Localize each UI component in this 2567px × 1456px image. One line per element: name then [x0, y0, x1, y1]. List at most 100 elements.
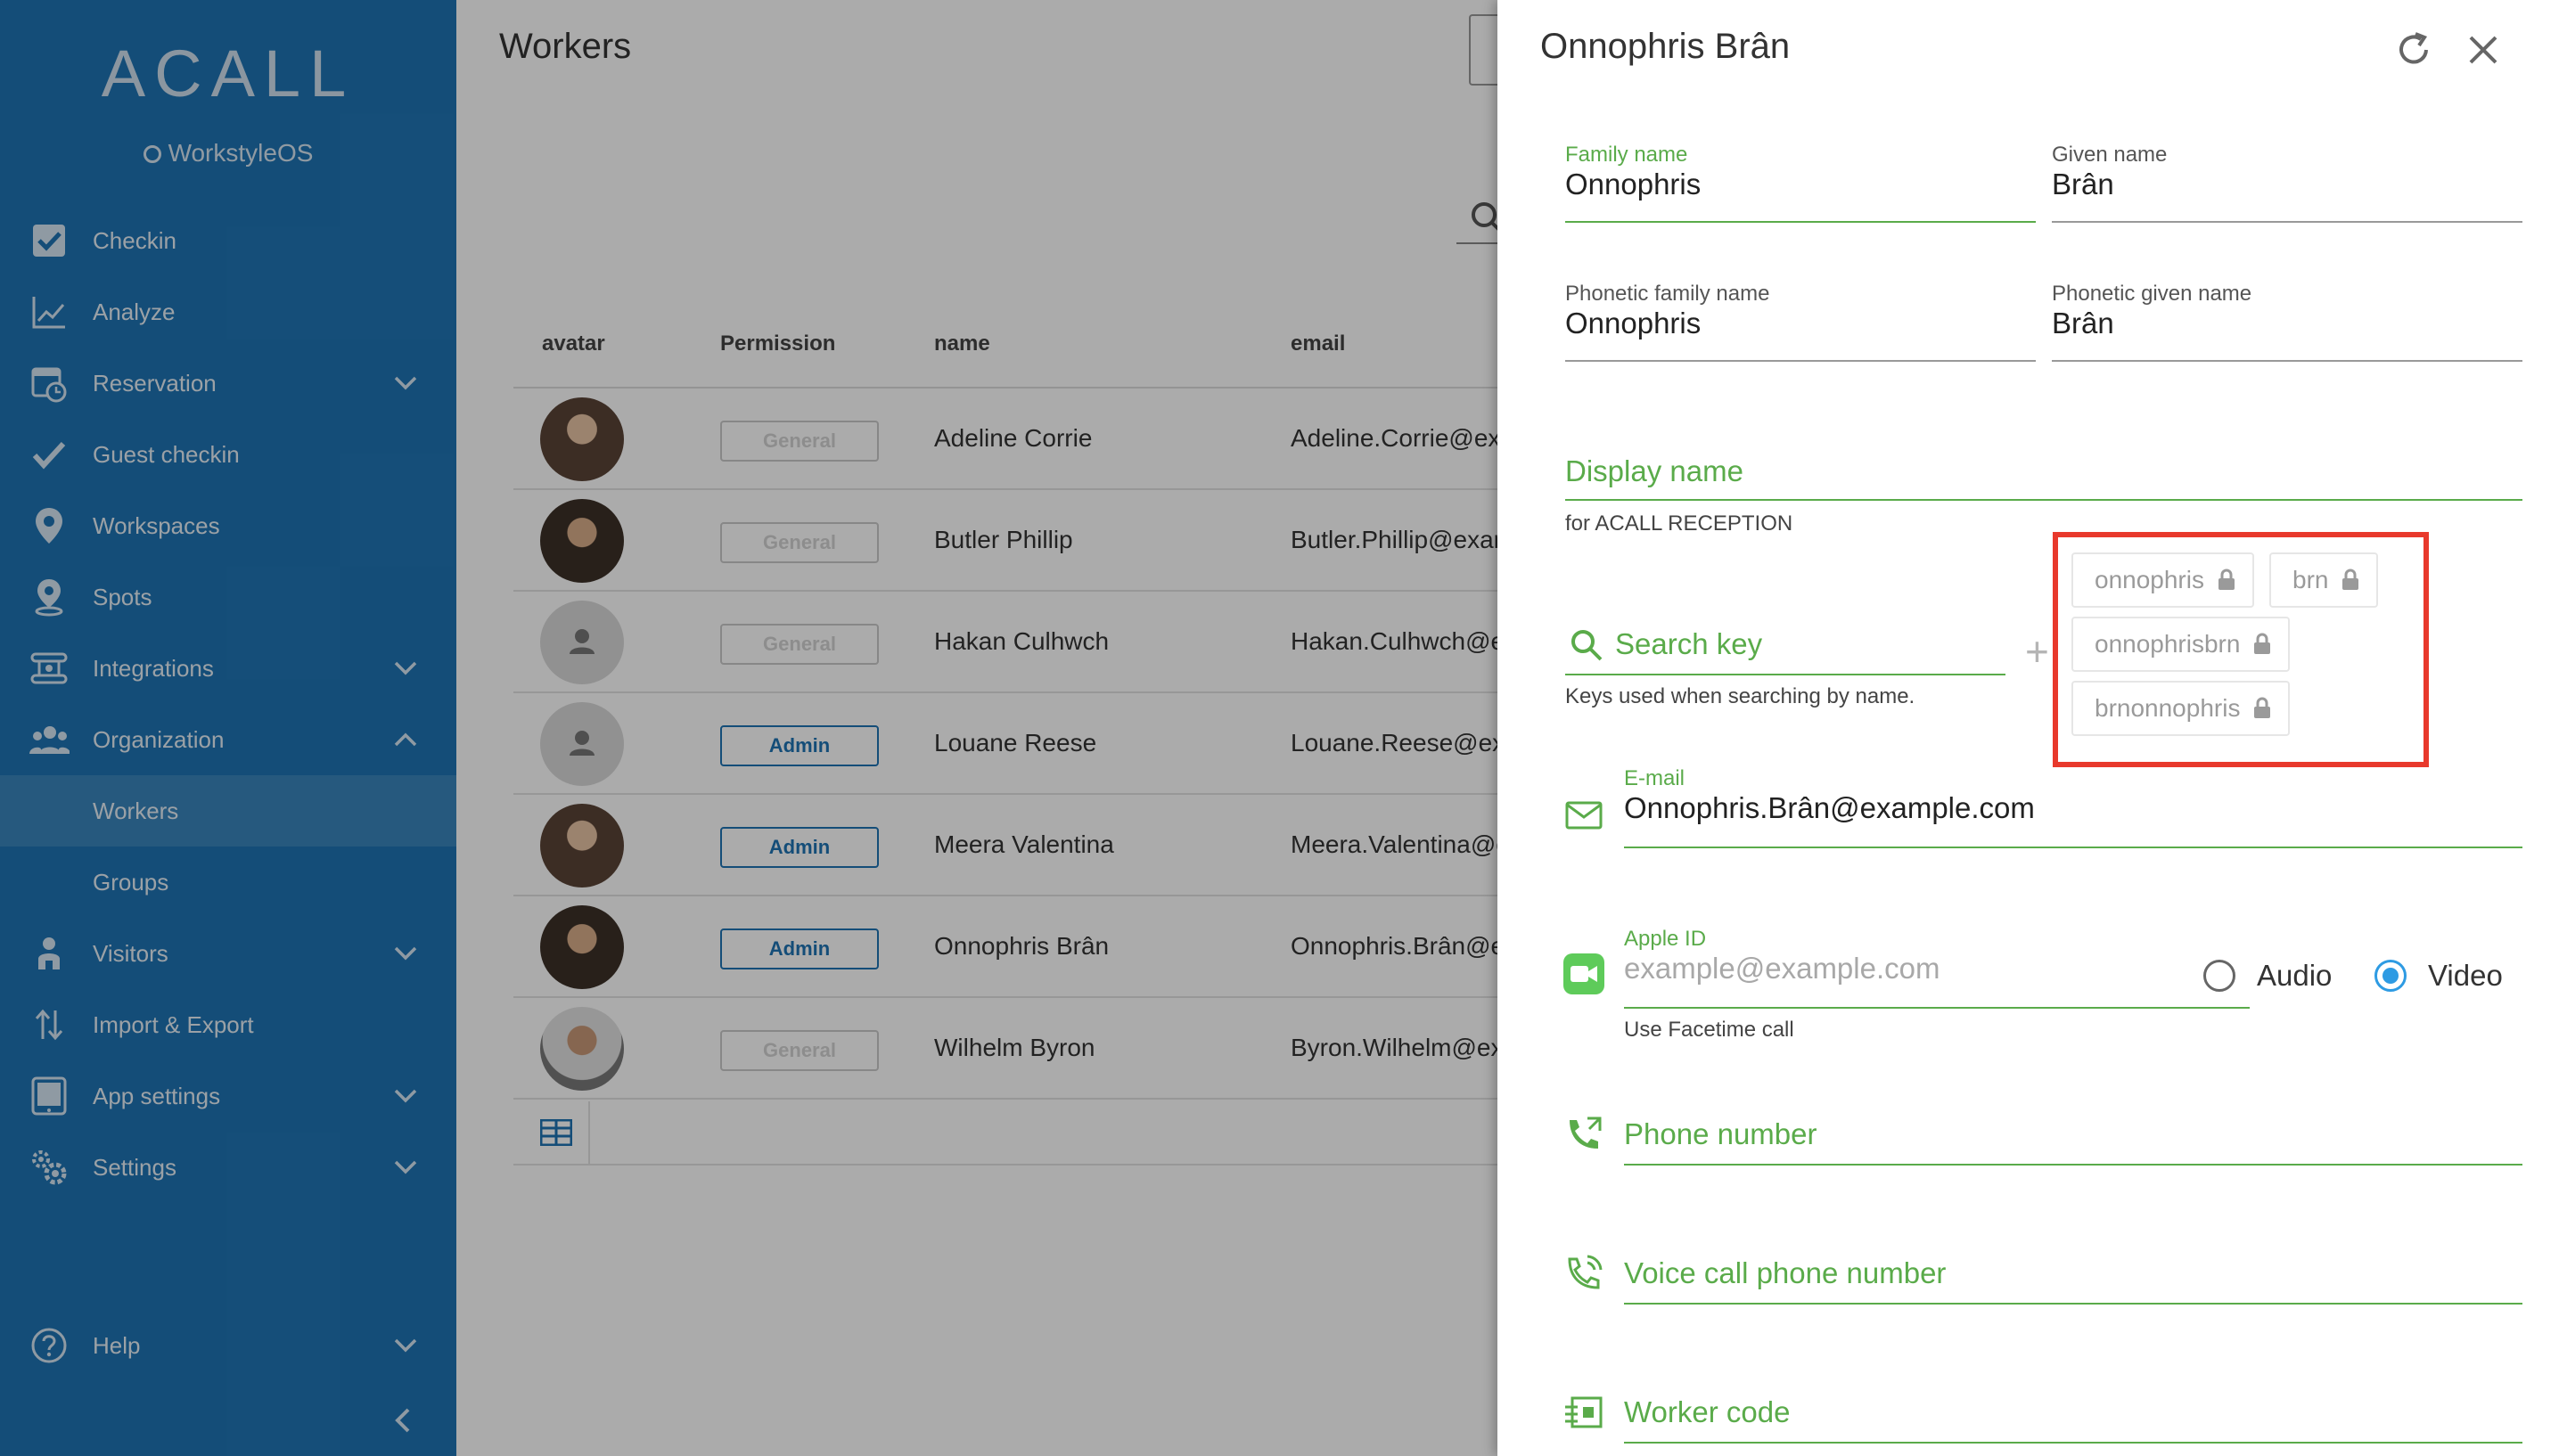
worker-code-input[interactable]: Worker code: [1624, 1392, 2522, 1444]
apple-id-placeholder: example@example.com: [1624, 952, 1940, 985]
display-name-helper: for ACALL RECEPTION: [1565, 511, 1793, 536]
phonetic-given-name-field[interactable]: Phonetic given name Brân: [2052, 282, 2522, 362]
phonetic-family-name-field[interactable]: Phonetic family name Onnophris: [1565, 282, 2036, 362]
sidebar-item-settings[interactable]: Settings: [0, 1132, 456, 1203]
sidebar-item-checkin[interactable]: Checkin: [0, 205, 456, 276]
search-key-chip[interactable]: brnonnophris: [2071, 681, 2291, 736]
avatar: [540, 1007, 624, 1091]
sidebar-item-reservation[interactable]: Reservation: [0, 348, 456, 419]
search-key-helper: Keys used when searching by name.: [1565, 684, 1915, 708]
radio-audio-dot[interactable]: [2203, 960, 2235, 992]
sidebar-item-app-settings[interactable]: App settings: [0, 1060, 456, 1132]
sidebar-item-visitors[interactable]: Visitors: [0, 918, 456, 989]
line-chart-icon: [29, 291, 70, 332]
collapse-sidebar-icon[interactable]: [389, 1403, 415, 1438]
column-header-permission[interactable]: Permission: [720, 331, 835, 356]
column-header-avatar[interactable]: avatar: [542, 331, 605, 356]
family-name-value: Onnophris: [1565, 168, 1702, 200]
permission-badge[interactable]: General: [720, 522, 879, 563]
permission-badge[interactable]: Admin: [720, 928, 879, 969]
search-key-input[interactable]: Search key: [1565, 624, 2005, 675]
lock-icon: [2254, 697, 2271, 718]
worker-code-icon: [1563, 1392, 1604, 1433]
voice-call-phone-input[interactable]: Voice call phone number: [1624, 1253, 2522, 1305]
worker-email: Byron.Wilhelm@example.com: [1291, 1034, 1497, 1061]
sidebar-item-guest-checkin[interactable]: Guest checkin: [0, 419, 456, 490]
gears-icon: [29, 1147, 70, 1188]
chevron-down-icon[interactable]: [392, 1083, 419, 1109]
lock-icon: [2342, 568, 2359, 590]
footer-divider: [588, 1101, 590, 1166]
sidebar-item-analyze[interactable]: Analyze: [0, 276, 456, 348]
chevron-down-icon[interactable]: [392, 655, 419, 682]
chevron-down-icon[interactable]: [392, 940, 419, 967]
worker-name: Onnophris Brân: [934, 932, 1110, 960]
permission-badge[interactable]: General: [720, 421, 879, 462]
sidebar-item-groups[interactable]: Groups: [0, 847, 456, 918]
search-key-chip[interactable]: onnophrisbrn: [2071, 617, 2291, 672]
phone-number-input[interactable]: Phone number: [1624, 1114, 2522, 1166]
sidebar-item-workspaces[interactable]: Workspaces: [0, 490, 456, 561]
import-export-icon: [29, 1004, 70, 1045]
chevron-down-icon[interactable]: [392, 1332, 419, 1359]
sidebar-item-help[interactable]: Help: [0, 1310, 456, 1381]
worker-email: Onnophris.Brân@example.com: [1291, 932, 1497, 960]
radio-audio[interactable]: Audio: [2203, 959, 2332, 993]
column-header-email[interactable]: email: [1291, 331, 1345, 356]
email-field[interactable]: E-mail Onnophris.Brân@example.com: [1624, 766, 2522, 848]
table-row[interactable]: Admin Louane Reese Louane.Reese@example.co…: [513, 693, 1497, 795]
add-search-key-button[interactable]: +: [2025, 627, 2049, 675]
check-icon: [29, 434, 70, 475]
sidebar-item-import-export[interactable]: Import & Export: [0, 989, 456, 1060]
chevron-down-icon[interactable]: [392, 1154, 419, 1181]
table-row[interactable]: Admin Meera Valentina Meera.Valentina@exam…: [513, 795, 1497, 896]
table-row[interactable]: General Butler Phillip Butler.Phillip@exam…: [513, 490, 1497, 592]
calendar-clock-icon: [29, 363, 70, 404]
column-header-name[interactable]: name: [934, 331, 990, 356]
worker-name: Wilhelm Byron: [934, 1034, 1095, 1061]
location-pin-icon: [29, 505, 70, 546]
given-name-field[interactable]: Given name Brân: [2052, 143, 2522, 223]
page-title: Workers: [499, 27, 632, 66]
help-icon: [29, 1325, 70, 1366]
apple-id-field[interactable]: Apple ID example@example.com: [1624, 927, 2250, 1009]
display-name-input[interactable]: Display name: [1565, 451, 2522, 501]
radio-video[interactable]: Video: [2374, 959, 2503, 993]
sidebar-item-organization[interactable]: Organization: [0, 704, 456, 775]
radio-video-dot[interactable]: [2374, 960, 2407, 992]
refresh-button[interactable]: [2394, 30, 2433, 70]
sidebar-item-integrations[interactable]: Integrations: [0, 633, 456, 704]
sidebar-item-spots[interactable]: Spots: [0, 561, 456, 633]
sidebar: ACALL WorkstyleOS Checkin Analyze Reserv…: [0, 0, 456, 1456]
permission-badge[interactable]: General: [720, 624, 879, 665]
permission-badge[interactable]: Admin: [720, 725, 879, 766]
search-key-chip[interactable]: brn: [2269, 552, 2379, 608]
avatar-placeholder: [540, 702, 624, 786]
lock-icon: [2254, 633, 2271, 654]
table-row[interactable]: General Adeline Corrie Adeline.Corrie@exam…: [513, 389, 1497, 490]
chevron-down-icon[interactable]: [392, 370, 419, 397]
worker-name: Hakan Culhwch: [934, 627, 1110, 655]
integrations-icon: [29, 648, 70, 689]
sidebar-item-workers[interactable]: Workers: [0, 775, 456, 847]
table-row[interactable]: Admin Onnophris Brân Onnophris.Brân@exampl…: [513, 896, 1497, 998]
close-button[interactable]: [2465, 32, 2501, 68]
worker-email: Adeline.Corrie@example.com: [1291, 424, 1497, 452]
table-row[interactable]: General Wilhelm Byron Byron.Wilhelm@exampl…: [513, 998, 1497, 1100]
acall-logo: ACALL: [101, 37, 356, 110]
email-value: Onnophris.Brân@example.com: [1624, 791, 2035, 824]
person-icon: [570, 629, 595, 654]
lock-icon: [2218, 568, 2235, 590]
table-grid-icon[interactable]: [539, 1118, 573, 1150]
phonetic-given-value: Brân: [2052, 307, 2114, 339]
product-name: WorkstyleOS: [0, 139, 456, 168]
search-key-chip[interactable]: onnophris: [2071, 552, 2254, 608]
search-icon: [1569, 627, 1604, 667]
chevron-up-icon[interactable]: [392, 726, 419, 753]
avatar: [540, 499, 624, 583]
worker-name: Butler Phillip: [934, 526, 1073, 553]
table-row[interactable]: General Hakan Culhwch Hakan.Culhwch@exampl…: [513, 592, 1497, 693]
permission-badge[interactable]: Admin: [720, 827, 879, 868]
family-name-field[interactable]: Family name Onnophris: [1565, 143, 2036, 223]
permission-badge[interactable]: General: [720, 1030, 879, 1071]
